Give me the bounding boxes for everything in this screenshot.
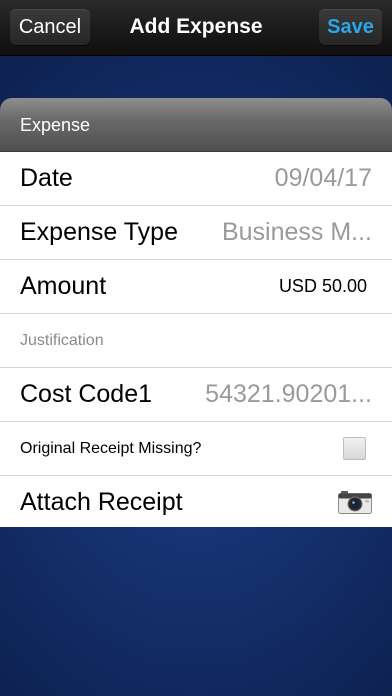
receipt-missing-checkbox[interactable] bbox=[343, 437, 366, 460]
camera-icon[interactable] bbox=[338, 490, 372, 514]
attach-receipt-label: Attach Receipt bbox=[20, 488, 183, 516]
cancel-button[interactable]: Cancel bbox=[10, 9, 90, 45]
justification-row[interactable]: Justification bbox=[0, 314, 392, 368]
save-button[interactable]: Save bbox=[319, 9, 382, 45]
expense-type-value[interactable]: Business M... bbox=[206, 206, 372, 259]
nav-bar: Cancel Add Expense Save bbox=[0, 0, 392, 56]
page-title: Add Expense bbox=[129, 15, 263, 38]
amount-row[interactable]: Amount USD 50.00 bbox=[0, 260, 392, 314]
date-row[interactable]: Date 09/04/17 bbox=[0, 152, 392, 206]
date-label: Date bbox=[20, 164, 73, 192]
amount-value[interactable]: USD 50.00 bbox=[279, 260, 367, 313]
receipt-missing-label: Original Receipt Missing? bbox=[20, 440, 202, 457]
section-header-expense: Expense bbox=[0, 98, 392, 152]
justification-label[interactable]: Justification bbox=[20, 314, 104, 367]
expense-form: Date 09/04/17 Expense Type Business M...… bbox=[0, 152, 392, 527]
date-value[interactable]: 09/04/17 bbox=[275, 152, 372, 205]
cost-code-label: Cost Code1 bbox=[20, 380, 153, 408]
cost-code-row[interactable]: Cost Code1 54321.90201... bbox=[0, 368, 392, 422]
receipt-missing-row[interactable]: Original Receipt Missing? bbox=[0, 422, 392, 476]
expense-type-row[interactable]: Expense Type Business M... bbox=[0, 206, 392, 260]
expense-type-label: Expense Type bbox=[20, 218, 178, 246]
amount-label: Amount bbox=[20, 272, 107, 300]
cost-code-value[interactable]: 54321.90201... bbox=[182, 368, 372, 421]
attach-receipt-row[interactable]: Attach Receipt bbox=[0, 476, 392, 530]
